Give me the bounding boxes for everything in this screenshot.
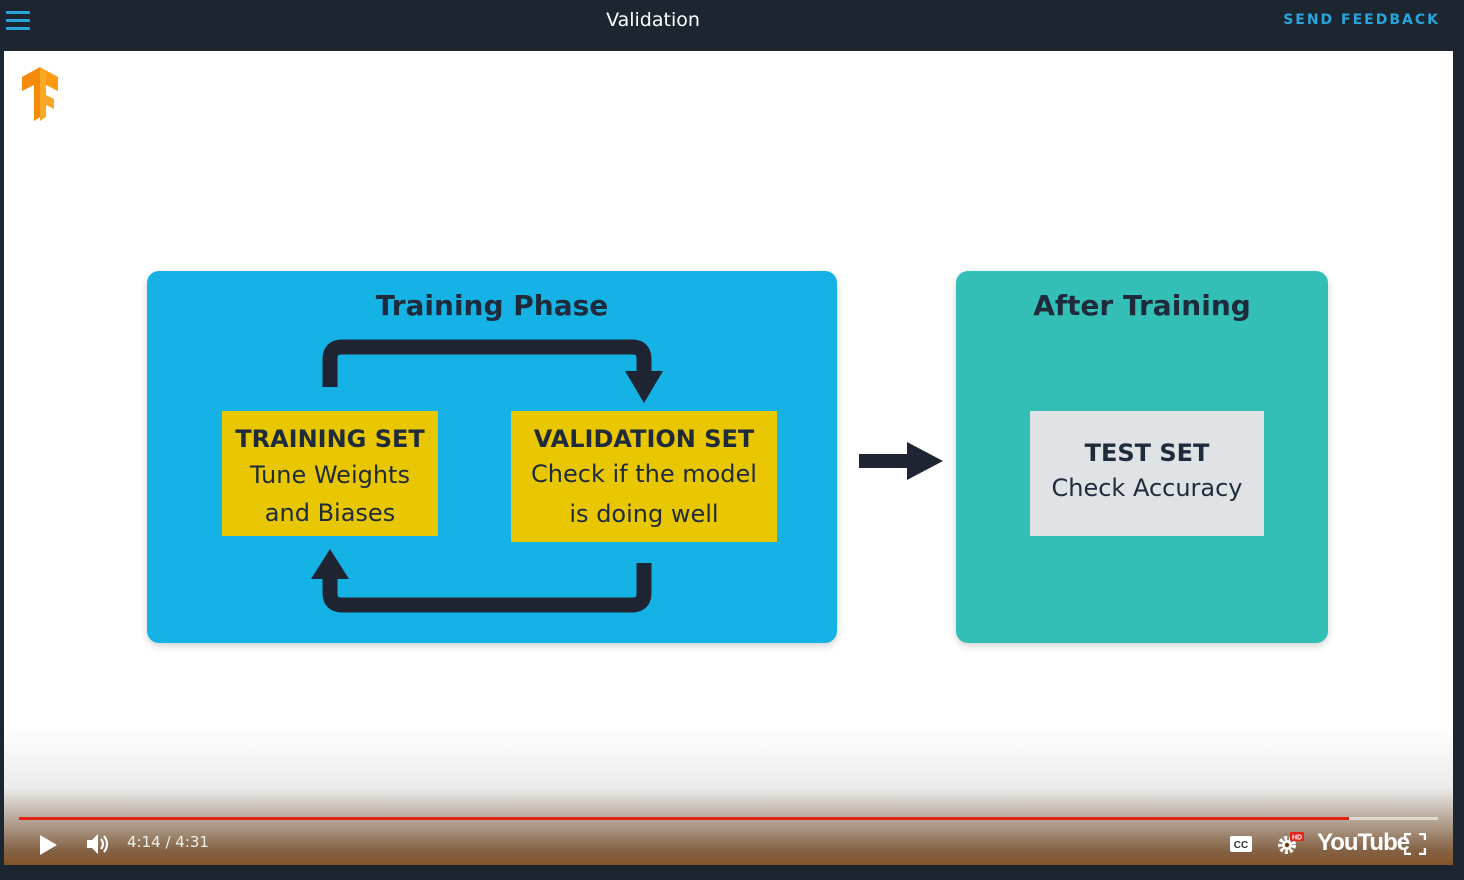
fullscreen-icon[interactable] bbox=[1404, 833, 1426, 855]
volume-icon[interactable] bbox=[86, 832, 112, 856]
send-feedback-link[interactable]: SEND FEEDBACK bbox=[1283, 12, 1440, 28]
validation-set-line1: Check if the model bbox=[531, 460, 757, 488]
settings-icon[interactable]: HD bbox=[1274, 830, 1306, 858]
training-set-box: TRAINING SET Tune Weights and Biases bbox=[222, 411, 438, 536]
test-set-line1: Check Accuracy bbox=[1051, 474, 1243, 502]
svg-text:HD: HD bbox=[1292, 835, 1302, 842]
training-set-heading: TRAINING SET bbox=[235, 425, 425, 453]
after-training-title: After Training bbox=[1033, 289, 1251, 322]
video-player[interactable]: Training Phase TRAINING SET Tune Weights… bbox=[4, 51, 1453, 865]
svg-text:CC: CC bbox=[1234, 840, 1248, 851]
test-set-heading: TEST SET bbox=[1084, 439, 1210, 467]
validation-set-box: VALIDATION SET Check if the model is doi… bbox=[511, 411, 777, 542]
training-phase-title: Training Phase bbox=[375, 289, 609, 322]
captions-icon[interactable]: CC bbox=[1229, 835, 1253, 853]
validation-set-heading: VALIDATION SET bbox=[533, 425, 755, 453]
page-title: Validation bbox=[606, 9, 700, 31]
arrow-right bbox=[859, 442, 943, 480]
top-bar: Validation SEND FEEDBACK bbox=[0, 0, 1464, 50]
validation-set-line2: is doing well bbox=[569, 500, 719, 528]
test-set-box: TEST SET Check Accuracy bbox=[1030, 411, 1264, 536]
play-icon[interactable] bbox=[37, 834, 59, 856]
training-set-line2: and Biases bbox=[264, 499, 396, 527]
arrow-head-down bbox=[625, 371, 663, 403]
tensorflow-logo bbox=[22, 67, 58, 121]
arrow-head-up bbox=[311, 549, 349, 579]
progress-bar[interactable] bbox=[19, 817, 1438, 820]
after-training-panel: After Training TEST SET Check Accuracy bbox=[956, 271, 1328, 643]
youtube-logo[interactable]: YouTube bbox=[1317, 829, 1410, 857]
time-display: 4:14 / 4:31 bbox=[127, 833, 209, 851]
training-phase-panel: Training Phase TRAINING SET Tune Weights… bbox=[147, 271, 837, 643]
training-set-line1: Tune Weights bbox=[250, 461, 410, 489]
progress-played bbox=[19, 817, 1349, 820]
